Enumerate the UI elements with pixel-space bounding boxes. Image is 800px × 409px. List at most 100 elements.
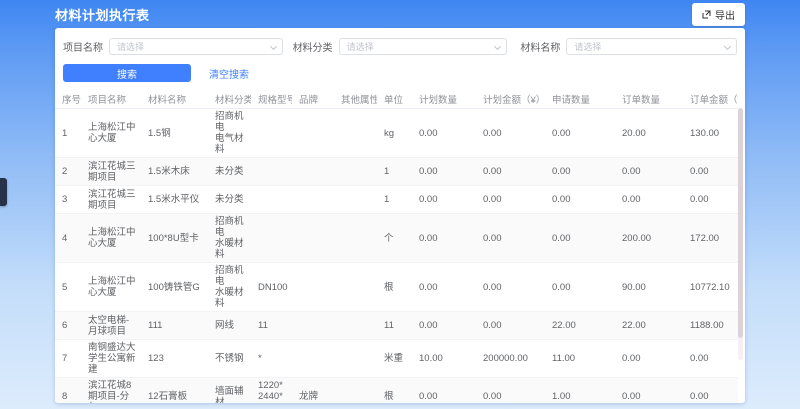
table-row[interactable]: 7南钢盛达大学生公寓新建123不锈钢*米重10.00200000.0011.00…	[55, 340, 738, 378]
table-cell: 0.00	[412, 378, 476, 404]
search-button[interactable]: 搜索	[63, 64, 191, 82]
table-row[interactable]: 4上海松江中心大厦100*8U型卡招商机电 水暖材料个0.000.000.002…	[55, 214, 738, 263]
table-row[interactable]: 1上海松江中心大厦1.5钢招商机电 电气材料kg0.000.000.0020.0…	[55, 109, 738, 158]
table-cell: 招商机电 水暖材料	[208, 263, 251, 312]
content-card: 项目名称 请选择 材料分类 请选择 材料名称 请选择 搜索 清空搜索 序号	[55, 28, 745, 403]
table-cell: 0.00	[683, 378, 738, 404]
table-cell: 网线	[208, 312, 251, 340]
table-cell: 3	[55, 186, 81, 214]
table-cell: 0.00	[476, 186, 545, 214]
table-row[interactable]: 8滨江花城8期项目-分包12石膏板墙面辅材1220*2440*12龙牌根0.00…	[55, 378, 738, 404]
table-row[interactable]: 6太空电梯-月球项目111网线11110.000.0022.0022.00118…	[55, 312, 738, 340]
column-header: 其他属性	[334, 90, 377, 109]
column-header: 规格型号	[251, 90, 292, 109]
material-category-select[interactable]: 请选择	[339, 38, 508, 55]
table-cell: 根	[377, 263, 412, 312]
material-name-select[interactable]: 请选择	[566, 38, 737, 55]
page-background: 材料计划执行表 导出 项目名称 请选择 材料分类 请选择 材料名称 请选择	[0, 0, 800, 409]
table-cell	[334, 340, 377, 378]
table-row[interactable]: 2滨江花城三期项目1.5米木床未分类10.000.000.000.000.00	[55, 158, 738, 186]
table-cell	[334, 214, 377, 263]
column-header: 订单数量	[615, 90, 683, 109]
table-cell: 0.00	[545, 263, 615, 312]
table-cell: 90.00	[615, 263, 683, 312]
table-cell: 0.00	[545, 109, 615, 158]
table-cell: 1	[377, 186, 412, 214]
table-cell: 0.00	[476, 263, 545, 312]
table-cell: 10772.10	[683, 263, 738, 312]
table-cell: 0.00	[412, 109, 476, 158]
project-name-label: 项目名称	[63, 39, 103, 54]
table-cell: 0.00	[683, 186, 738, 214]
table-cell: 上海松江中心大厦	[81, 263, 141, 312]
table-cell: 100铸铁管G	[141, 263, 208, 312]
table-cell: 0.00	[412, 186, 476, 214]
export-button[interactable]: 导出	[692, 3, 745, 26]
table-cell: 未分类	[208, 186, 251, 214]
table-cell: 1188.00	[683, 312, 738, 340]
chevron-down-icon	[270, 43, 277, 50]
table-cell: kg	[377, 109, 412, 158]
table-cell: 上海松江中心大厦	[81, 109, 141, 158]
column-header: 材料分类	[208, 90, 251, 109]
table-cell	[334, 378, 377, 404]
table-cell: 0.00	[476, 109, 545, 158]
column-header: 订单金额（¥）	[683, 90, 738, 109]
table-cell: 0.00	[615, 378, 683, 404]
table-cell: DN100	[251, 263, 292, 312]
material-name-placeholder: 请选择	[574, 40, 601, 53]
export-button-label: 导出	[715, 7, 735, 22]
table-cell: 4	[55, 214, 81, 263]
material-category-placeholder: 请选择	[347, 40, 374, 53]
table-cell: 龙牌	[292, 378, 334, 404]
project-name-placeholder: 请选择	[117, 40, 144, 53]
table-cell: 根	[377, 378, 412, 404]
table-cell: 100*8U型卡	[141, 214, 208, 263]
table-cell: 22.00	[615, 312, 683, 340]
export-icon	[702, 10, 711, 19]
table-cell: 滨江花城三期项目	[81, 186, 141, 214]
table-row[interactable]: 5上海松江中心大厦100铸铁管G招商机电 水暖材料DN100根0.000.000…	[55, 263, 738, 312]
vertical-scrollbar[interactable]	[738, 108, 743, 360]
filter-bar: 项目名称 请选择 材料分类 请选择 材料名称 请选择	[55, 28, 745, 55]
table-cell: 0.00	[683, 340, 738, 378]
table-cell	[251, 158, 292, 186]
table-cell: 0.00	[615, 158, 683, 186]
table-cell: 11	[377, 312, 412, 340]
table-cell: 0.00	[545, 158, 615, 186]
table-cell: 墙面辅材	[208, 378, 251, 404]
column-header: 品牌	[292, 90, 334, 109]
table-cell: 1	[55, 109, 81, 158]
table-cell: 1.5米水平仪	[141, 186, 208, 214]
project-name-select[interactable]: 请选择	[109, 38, 283, 55]
table-cell: 12石膏板	[141, 378, 208, 404]
table-cell	[334, 186, 377, 214]
table-cell	[334, 109, 377, 158]
table-cell	[334, 312, 377, 340]
table-cell: 5	[55, 263, 81, 312]
chevron-down-icon	[494, 43, 501, 50]
table-cell: 太空电梯-月球项目	[81, 312, 141, 340]
table-cell: 123	[141, 340, 208, 378]
table-cell: 南钢盛达大学生公寓新建	[81, 340, 141, 378]
table-cell: 0.00	[412, 214, 476, 263]
table-cell: 未分类	[208, 158, 251, 186]
table-row[interactable]: 3滨江花城三期项目1.5米水平仪未分类10.000.000.000.000.00	[55, 186, 738, 214]
table-cell: 20.00	[615, 109, 683, 158]
table-cell: 米重	[377, 340, 412, 378]
table-cell: 130.00	[683, 109, 738, 158]
table-cell	[292, 158, 334, 186]
table-cell: 2	[55, 158, 81, 186]
column-header: 序号	[55, 90, 81, 109]
table-cell: 111	[141, 312, 208, 340]
table-cell: 1.5米木床	[141, 158, 208, 186]
vertical-scrollbar-thumb[interactable]	[738, 108, 743, 338]
page-title: 材料计划执行表	[55, 5, 150, 24]
table-cell: 172.00	[683, 214, 738, 263]
clear-search-link[interactable]: 清空搜索	[209, 66, 249, 81]
sidebar-toggle-handle[interactable]	[0, 178, 7, 206]
table-cell: 0.00	[683, 158, 738, 186]
table-cell	[292, 214, 334, 263]
table-cell: 0.00	[476, 378, 545, 404]
table-cell: 11.00	[545, 340, 615, 378]
